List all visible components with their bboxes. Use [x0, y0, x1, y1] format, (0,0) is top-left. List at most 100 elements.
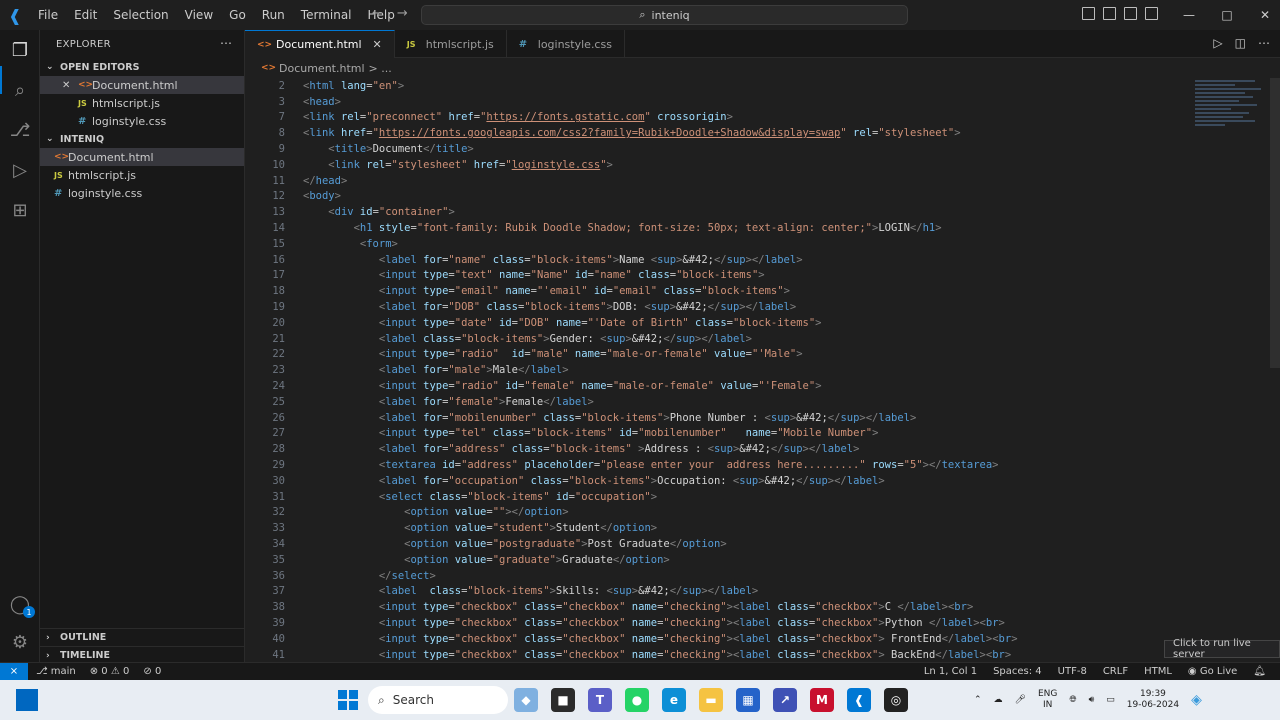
vscode-taskbar-icon[interactable]: ❰	[847, 688, 871, 712]
open-editors-label: OPEN EDITORS	[60, 61, 140, 73]
close-icon[interactable]: ✕	[62, 80, 74, 91]
open-editor-document-html[interactable]: ✕ <> Document.html	[40, 76, 244, 94]
terminal-app-icon[interactable]: ■	[551, 688, 575, 712]
branch-status[interactable]: ⎇ main	[36, 666, 76, 677]
file-name: loginstyle.css	[68, 186, 143, 200]
customize-layout-icon[interactable]	[1145, 7, 1158, 20]
edge-browser-icon[interactable]: e	[662, 688, 686, 712]
cloud-icon[interactable]: ☁	[994, 695, 1003, 705]
globe-icon[interactable]: 🌐︎	[1069, 695, 1076, 705]
back-arrow-icon[interactable]: ←	[372, 6, 383, 21]
language-indicator[interactable]: ENG IN	[1038, 689, 1057, 711]
css-file-icon: #	[78, 115, 87, 127]
gear-icon[interactable]: ⚙	[8, 630, 32, 654]
file-loginstyle-css[interactable]: # loginstyle.css	[40, 184, 244, 202]
title-bar: ❰ File Edit Selection View Go Run Termin…	[0, 0, 1280, 30]
run-debug-icon[interactable]: ▷	[8, 158, 32, 182]
tab-document-html[interactable]: <> Document.html ✕	[245, 30, 395, 58]
line-source: <input type="tel" class="block-items" id…	[378, 427, 879, 440]
toggle-primary-sidebar-icon[interactable]	[1082, 7, 1095, 20]
tab-htmlscript-js[interactable]: JS htmlscript.js	[395, 30, 507, 58]
vertical-scrollbar[interactable]	[1270, 78, 1280, 368]
menu-run[interactable]: Run	[254, 8, 293, 22]
language-mode[interactable]: HTML	[1144, 666, 1172, 677]
extensions-icon[interactable]: ⊞	[8, 198, 32, 222]
taskbar-search-label: Search	[392, 693, 434, 707]
toggle-panel-icon[interactable]	[1103, 7, 1116, 20]
indentation[interactable]: Spaces: 4	[993, 666, 1042, 677]
forward-arrow-icon[interactable]: →	[397, 6, 408, 21]
code-line: 3 <head>	[245, 94, 1195, 110]
start-button[interactable]	[338, 690, 358, 710]
menu-selection[interactable]: Selection	[105, 8, 176, 22]
minimize-icon[interactable]: —	[1170, 0, 1208, 30]
menu-file[interactable]: File	[30, 8, 66, 22]
run-icon[interactable]: ▷	[1213, 36, 1222, 50]
menu-go[interactable]: Go	[221, 8, 254, 22]
speaker-icon[interactable]: 🔊︎	[1089, 695, 1095, 705]
breadcrumb-file[interactable]: Document.html	[279, 62, 365, 75]
whatsapp-app-icon[interactable]: ●	[625, 688, 649, 712]
store-app-icon[interactable]: ▦	[736, 688, 760, 712]
encoding[interactable]: UTF-8	[1058, 666, 1087, 677]
file-explorer-icon[interactable]: ▬	[699, 688, 723, 712]
copilot-app-icon[interactable]: ◆	[514, 688, 538, 712]
end-of-line[interactable]: CRLF	[1103, 666, 1128, 677]
explorer-files-icon[interactable]: ❐	[8, 38, 32, 62]
account-icon[interactable]: ◯ 1	[8, 592, 35, 618]
maximize-icon[interactable]: □	[1208, 0, 1246, 30]
more-actions-icon[interactable]: ⋯	[1258, 36, 1270, 50]
go-live-button[interactable]: ◉ Go Live	[1188, 666, 1237, 677]
line-number: 39	[272, 616, 285, 629]
menu-view[interactable]: View	[177, 8, 221, 22]
tab-loginstyle-css[interactable]: # loginstyle.css	[507, 30, 625, 58]
powerautomate-app-icon[interactable]: ↗	[773, 688, 797, 712]
microphone-icon[interactable]: 🎤︎	[1015, 695, 1026, 705]
project-folder-header[interactable]: ⌄ INTENIQ	[40, 130, 244, 148]
copilot-tray-icon[interactable]: ◈	[1191, 692, 1202, 708]
command-center-search[interactable]: ⌕ inteniq	[421, 5, 908, 25]
code-line: 23 <label for="male">Male</label>	[245, 362, 1195, 378]
teams-app-icon[interactable]: T	[588, 688, 612, 712]
minimap[interactable]	[1195, 78, 1267, 178]
widgets-icon[interactable]	[16, 689, 38, 711]
vscode-logo-icon: ❰	[8, 5, 22, 25]
more-actions-icon[interactable]: ⋯	[220, 36, 232, 50]
clock[interactable]: 19:39 19-06-2024	[1127, 689, 1179, 711]
toggle-secondary-sidebar-icon[interactable]	[1124, 7, 1137, 20]
menu-terminal[interactable]: Terminal	[293, 8, 360, 22]
open-editor-htmlscript-js[interactable]: JS htmlscript.js	[40, 94, 244, 112]
tab-label: htmlscript.js	[425, 37, 494, 51]
cursor-position[interactable]: Ln 1, Col 1	[924, 666, 977, 677]
line-source: <input type="checkbox" class="checkbox" …	[378, 648, 1012, 661]
ports-status[interactable]: ⊘ 0	[143, 666, 161, 677]
line-source: <input type="text" name="Name" id="name"…	[378, 269, 765, 282]
chrome-app-icon[interactable]: ◎	[884, 688, 908, 712]
chevron-up-icon[interactable]: ⌃	[974, 695, 982, 705]
close-icon[interactable]: ✕	[373, 38, 382, 51]
line-number: 13	[272, 206, 285, 219]
notifications-bell-icon[interactable]: 🔔︎	[1253, 666, 1266, 677]
open-editor-loginstyle-css[interactable]: # loginstyle.css	[40, 112, 244, 130]
open-editors-header[interactable]: ⌄ OPEN EDITORS	[40, 58, 244, 76]
breadcrumb-rest[interactable]: > ...	[369, 62, 392, 75]
taskbar-search[interactable]: ⌕ Search	[368, 686, 508, 714]
source-control-icon[interactable]: ⎇	[8, 118, 32, 142]
chevron-right-icon: ›	[46, 650, 50, 661]
outline-header[interactable]: › OUTLINE	[40, 628, 245, 646]
line-source: <form>	[359, 237, 398, 250]
close-window-icon[interactable]: ✕	[1246, 0, 1280, 30]
search-text: inteniq	[651, 8, 690, 22]
split-editor-icon[interactable]: ◫	[1235, 36, 1246, 50]
battery-icon[interactable]: ▭	[1106, 695, 1115, 705]
code-line: 9 <title>Document</title>	[245, 141, 1195, 157]
file-document-html[interactable]: <> Document.html	[40, 148, 244, 166]
menu-edit[interactable]: Edit	[66, 8, 105, 22]
mcafee-app-icon[interactable]: M	[810, 688, 834, 712]
search-view-icon[interactable]: ⌕	[8, 78, 32, 102]
problems-status[interactable]: ⊗ 0 ⚠ 0	[90, 666, 130, 677]
code-editor[interactable]: 2 <html lang="en"> 3 <head> 7 <link rel="pr…	[245, 78, 1195, 662]
file-htmlscript-js[interactable]: JS htmlscript.js	[40, 166, 244, 184]
clock-time: 19:39	[1139, 689, 1166, 699]
remote-indicator-icon[interactable]: ⨯	[0, 662, 28, 681]
